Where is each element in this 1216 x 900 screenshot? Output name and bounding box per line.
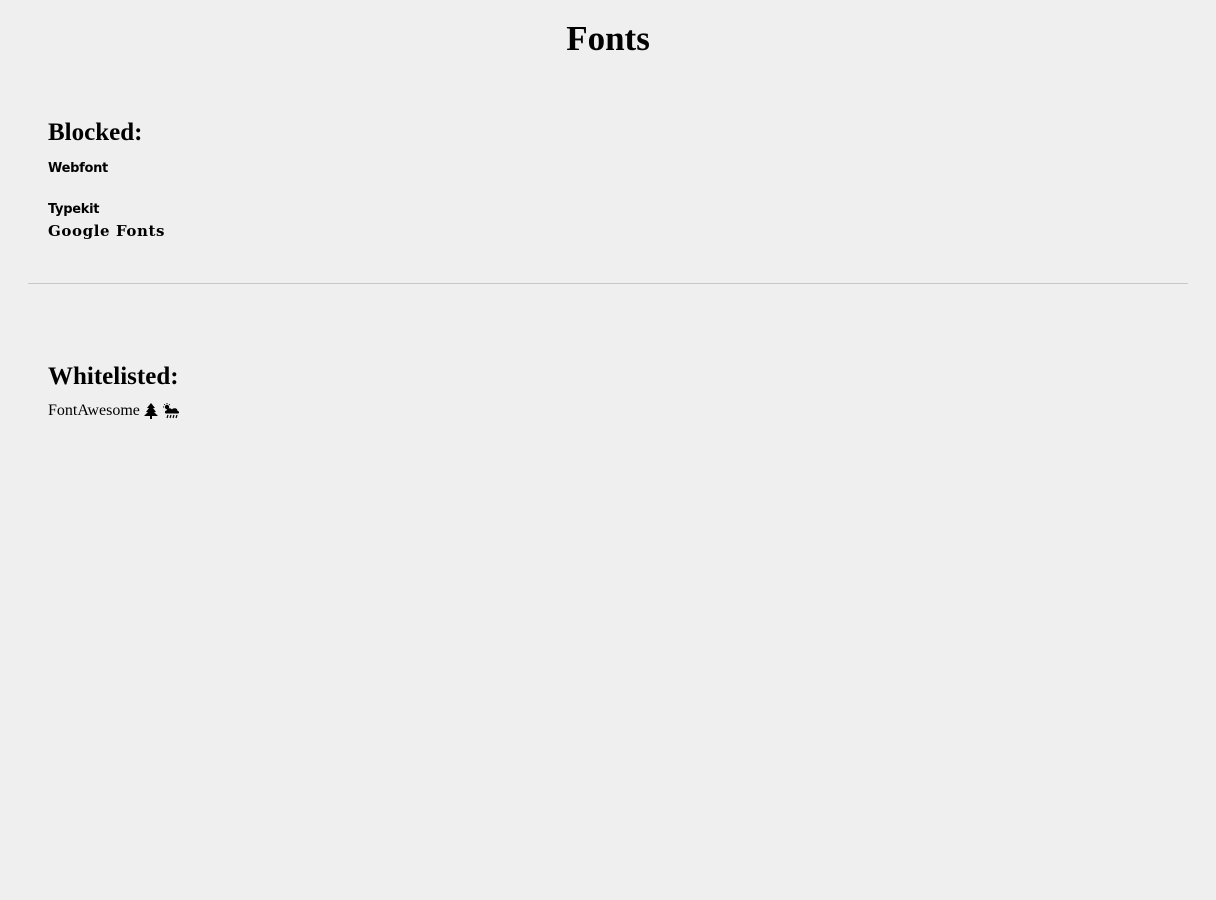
fontawesome-sample: FontAwesome: [48, 400, 181, 422]
google-fonts-sample: Google Fonts: [48, 222, 166, 240]
fontawesome-label: FontAwesome: [48, 402, 140, 419]
tree-icon: [143, 403, 158, 419]
page-title: Fonts: [566, 19, 650, 58]
section-divider: [28, 283, 1188, 284]
blocked-section: Blocked: Webfont Typekit Google Fonts: [48, 117, 164, 240]
cloud-rain-sun-icon: [162, 403, 181, 419]
blocked-heading: Blocked:: [48, 119, 143, 146]
typekit-sample: Typekit: [48, 202, 100, 217]
whitelisted-section: Whitelisted: FontAwesome: [48, 361, 179, 419]
webfont-sample: Webfont: [48, 161, 108, 176]
whitelisted-heading: Whitelisted:: [48, 363, 179, 390]
